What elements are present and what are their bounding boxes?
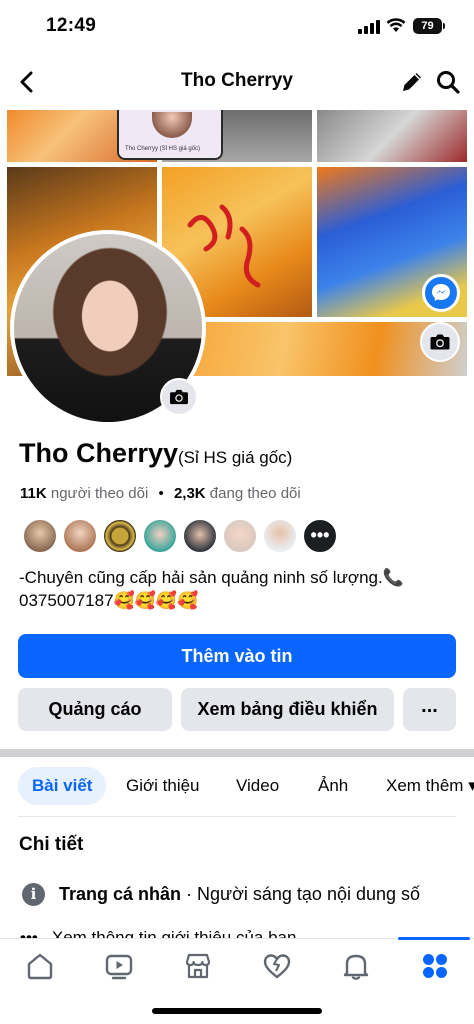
- home-icon[interactable]: [25, 951, 55, 981]
- messenger-button[interactable]: [422, 274, 460, 312]
- info-link-text: Xem thông tin giới thiệu của bạn: [51, 928, 297, 938]
- camera-icon: [430, 334, 450, 350]
- friend-avatar[interactable]: [102, 518, 138, 554]
- top-navigation-bar: Tho Cherryy: [0, 58, 474, 104]
- more-friends-button[interactable]: •••: [302, 518, 338, 554]
- profile-name: Tho Cherryy: [19, 438, 179, 468]
- status-bar: 12:49 79: [0, 0, 474, 52]
- home-indicator[interactable]: [152, 1008, 322, 1014]
- cover-phone-caption: Tho Cherryy (Sỉ HS giá gốc): [125, 146, 201, 152]
- tab-photos[interactable]: Ảnh: [304, 767, 362, 805]
- menu-grid-icon[interactable]: [420, 951, 450, 981]
- following-label[interactable]: đang theo dõi: [210, 485, 301, 502]
- friend-avatar[interactable]: [22, 518, 58, 554]
- wifi-icon: [386, 18, 406, 32]
- friend-avatar[interactable]: [262, 518, 298, 554]
- search-icon[interactable]: [434, 68, 462, 96]
- tab-posts[interactable]: Bài viết: [18, 767, 107, 805]
- ads-button[interactable]: Quảng cáo: [18, 688, 172, 731]
- info-link-bullet-icon: •••: [20, 928, 38, 938]
- messenger-icon: [432, 284, 450, 301]
- stats-separator: •: [158, 485, 164, 502]
- view-dashboard-button[interactable]: Xem bảng điều khiển: [181, 688, 394, 731]
- cover-phone-screenshot: Tho Cherryy (Sỉ HS giá gốc): [117, 110, 223, 160]
- details-heading: Chi tiết: [19, 834, 84, 855]
- edit-cover-button[interactable]: [420, 322, 460, 362]
- page-type-text: Trang cá nhân · Người sáng tạo nội dung …: [59, 884, 420, 905]
- camera-icon: [170, 389, 188, 405]
- bio-line: 0375007187🥰🥰🥰🥰: [19, 591, 199, 610]
- more-options-button[interactable]: ...: [403, 688, 456, 731]
- page-type-value: · Người sáng tạo nội dung số: [181, 884, 421, 904]
- video-icon[interactable]: [104, 951, 134, 981]
- followers-label[interactable]: người theo dõi: [51, 485, 148, 502]
- battery-indicator: 79: [413, 18, 445, 34]
- profile-tabs: Bài viết Giới thiệu Video Ảnh Xem thêm ▾: [0, 762, 474, 812]
- tab-see-more[interactable]: Xem thêm ▾: [372, 767, 474, 805]
- page-type-label: Trang cá nhân: [59, 884, 182, 904]
- info-icon: i: [22, 883, 45, 906]
- friend-avatar[interactable]: [142, 518, 178, 554]
- profile-alternate-name: (Sỉ HS giá gốc): [178, 448, 293, 467]
- bell-icon[interactable]: [341, 951, 371, 981]
- cellular-signal-icon: [358, 20, 380, 34]
- profile-bio: -Chuyên cũng cấp hải sản quảng ninh số l…: [19, 566, 459, 612]
- followers-count[interactable]: 11K: [20, 485, 47, 502]
- section-divider: [0, 749, 474, 757]
- friend-avatar[interactable]: [62, 518, 98, 554]
- cover-photo-tile: [317, 110, 467, 162]
- tab-videos[interactable]: Video: [222, 767, 293, 805]
- see-about-info-link[interactable]: ••• Xem thông tin giới thiệu của bạn: [20, 926, 296, 938]
- tab-about[interactable]: Giới thiệu: [112, 767, 214, 805]
- marketplace-icon[interactable]: [183, 951, 213, 981]
- follow-stats: 11K người theo dõi • 2,3K đang theo dõi: [20, 485, 301, 502]
- tabs-divider: [18, 816, 456, 817]
- bio-line: -Chuyên cũng cấp hải sản quảng ninh số l…: [19, 568, 404, 587]
- friend-avatar[interactable]: [222, 518, 258, 554]
- dating-heart-icon[interactable]: [262, 951, 292, 981]
- friend-avatar[interactable]: [182, 518, 218, 554]
- add-to-story-button[interactable]: Thêm vào tin: [18, 634, 456, 678]
- following-count[interactable]: 2,3K: [174, 485, 206, 502]
- edit-profile-picture-button[interactable]: [160, 378, 198, 416]
- pencil-icon[interactable]: [398, 68, 426, 96]
- status-time: 12:49: [46, 15, 97, 36]
- active-tab-indicator: [398, 937, 470, 940]
- cover-phone-avatar: [152, 112, 192, 138]
